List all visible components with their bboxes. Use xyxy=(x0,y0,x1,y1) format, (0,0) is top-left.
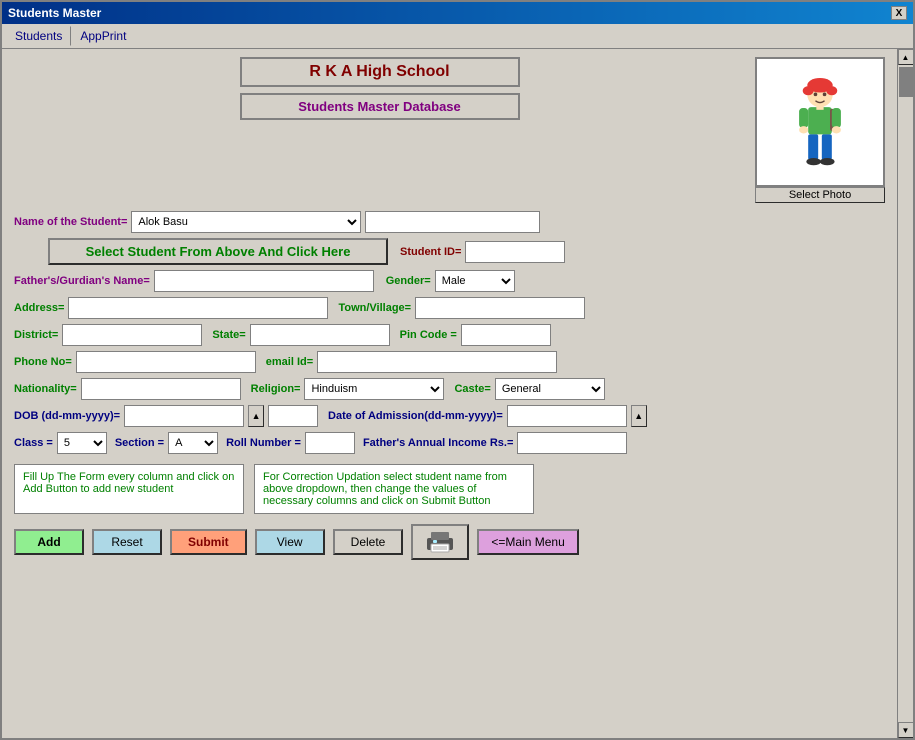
income-input[interactable]: 878047 xyxy=(517,432,627,454)
row-dob: DOB (dd-mm-yyyy)= 02-01-2011 ▲ 11 Date o… xyxy=(14,405,885,427)
district-input[interactable]: Hooghly xyxy=(62,324,202,346)
student-id-label: Student ID= xyxy=(400,246,461,258)
gender-dropdown[interactable]: Male Female xyxy=(435,270,515,292)
town-input[interactable]: Konnagar xyxy=(415,297,585,319)
print-button[interactable] xyxy=(411,524,469,560)
student-name-label: Name of the Student= xyxy=(14,216,127,228)
town-label: Town/Village= xyxy=(338,302,411,314)
dob-label: DOB (dd-mm-yyyy)= xyxy=(14,410,120,422)
row-father-name: Father's/Gurdian's Name= Gora Chand Sark… xyxy=(14,270,885,292)
religion-dropdown[interactable]: Hinduism Islam Christianity Sikhism xyxy=(304,378,444,400)
nationality-label: Nationality= xyxy=(14,383,77,395)
row-address: Address= 75 Criper Road Town/Village= Ko… xyxy=(14,297,885,319)
photo-path-input[interactable]: C:\SchoolMag\Sh.jpg xyxy=(365,211,540,233)
row-student-name: Name of the Student= Alok Basu C:\School… xyxy=(14,211,885,233)
pin-label: Pin Code = xyxy=(400,329,457,341)
main-content: R K A High School Students Master Databa… xyxy=(2,49,897,568)
select-photo-button[interactable]: Select Photo xyxy=(755,187,885,203)
gender-label: Gender= xyxy=(386,275,431,287)
father-name-input[interactable]: Gora Chand Sarkar xyxy=(154,270,374,292)
phone-input[interactable]: 7765434212 xyxy=(76,351,256,373)
scroll-down-button[interactable]: ▼ xyxy=(898,722,914,738)
student-photo xyxy=(757,70,883,185)
main-menu-button[interactable]: <=Main Menu xyxy=(477,529,578,555)
note-add: Fill Up The Form every column and click … xyxy=(14,464,244,514)
roll-label: Roll Number = xyxy=(226,437,301,449)
menu-students[interactable]: Students xyxy=(6,26,71,46)
view-button[interactable]: View xyxy=(255,529,325,555)
menu-appprint[interactable]: AppPrint xyxy=(71,26,135,46)
row-class: Class = 5 1234 678910 Section = ABCD Rol… xyxy=(14,432,885,454)
address-input[interactable]: 75 Criper Road xyxy=(68,297,328,319)
nationality-input[interactable]: Indian xyxy=(81,378,241,400)
class-dropdown[interactable]: 5 1234 678910 xyxy=(57,432,107,454)
scrollbar: ▲ ▼ xyxy=(897,49,913,738)
content-area: R K A High School Students Master Databa… xyxy=(2,49,897,738)
student-name-dropdown[interactable]: Alok Basu xyxy=(131,211,361,233)
select-student-button[interactable]: Select Student From Above And Click Here xyxy=(48,238,388,265)
row-select-student: Select Student From Above And Click Here… xyxy=(14,238,885,265)
row-nationality: Nationality= Indian Religion= Hinduism I… xyxy=(14,378,885,400)
buttons-row: Add Reset Submit View Delete xyxy=(14,524,885,560)
father-name-label: Father's/Gurdian's Name= xyxy=(14,275,150,287)
close-button[interactable]: X xyxy=(891,6,907,20)
pin-input[interactable]: 712235 xyxy=(461,324,551,346)
state-label: State= xyxy=(212,329,245,341)
dob-input[interactable]: 02-01-2011 xyxy=(124,405,244,427)
delete-button[interactable]: Delete xyxy=(333,529,404,555)
email-label: email Id= xyxy=(266,356,313,368)
reset-button[interactable]: Reset xyxy=(92,529,162,555)
age-input[interactable]: 11 xyxy=(268,405,318,427)
photo-box xyxy=(755,57,885,187)
student-id-input[interactable]: 202210004 xyxy=(465,241,565,263)
row-phone: Phone No= 7765434212 email Id= ghoraj@gm… xyxy=(14,351,885,373)
row-district: District= Hooghly State= West Bengal Pin… xyxy=(14,324,885,346)
note-submit: For Correction Updation select student n… xyxy=(254,464,534,514)
main-window: Students Master X Students AppPrint R K … xyxy=(0,0,915,740)
section-label: Section = xyxy=(115,437,164,449)
outer-frame: R K A High School Students Master Databa… xyxy=(2,49,913,738)
income-label: Father's Annual Income Rs.= xyxy=(363,437,513,449)
scroll-thumb[interactable] xyxy=(899,67,913,97)
class-label: Class = xyxy=(14,437,53,449)
phone-label: Phone No= xyxy=(14,356,72,368)
religion-label: Religion= xyxy=(251,383,301,395)
school-name: R K A High School xyxy=(240,57,520,87)
add-button[interactable]: Add xyxy=(14,529,84,555)
db-title: Students Master Database xyxy=(240,93,520,120)
school-info: R K A High School Students Master Databa… xyxy=(14,57,745,120)
caste-dropdown[interactable]: General OBC SC ST xyxy=(495,378,605,400)
student-figure-svg xyxy=(785,78,855,178)
menu-bar: Students AppPrint xyxy=(2,24,913,49)
scroll-up-button[interactable]: ▲ xyxy=(898,49,914,65)
district-label: District= xyxy=(14,329,58,341)
section-dropdown[interactable]: ABCD xyxy=(168,432,218,454)
notes-section: Fill Up The Form every column and click … xyxy=(14,464,885,514)
admission-input[interactable]: 07-01-2022 xyxy=(507,405,627,427)
printer-icon xyxy=(423,530,457,554)
address-label: Address= xyxy=(14,302,64,314)
admission-spin-button[interactable]: ▲ xyxy=(631,405,647,427)
dob-spin-button[interactable]: ▲ xyxy=(248,405,264,427)
header-section: R K A High School Students Master Databa… xyxy=(14,57,885,203)
email-input[interactable]: ghoraj@gmail.com xyxy=(317,351,557,373)
admission-label: Date of Admission(dd-mm-yyyy)= xyxy=(328,410,503,422)
caste-label: Caste= xyxy=(454,383,490,395)
roll-input[interactable]: 1 xyxy=(305,432,355,454)
title-bar: Students Master X xyxy=(2,2,913,24)
submit-button[interactable]: Submit xyxy=(170,529,247,555)
window-title: Students Master xyxy=(8,6,101,20)
state-input[interactable]: West Bengal xyxy=(250,324,390,346)
